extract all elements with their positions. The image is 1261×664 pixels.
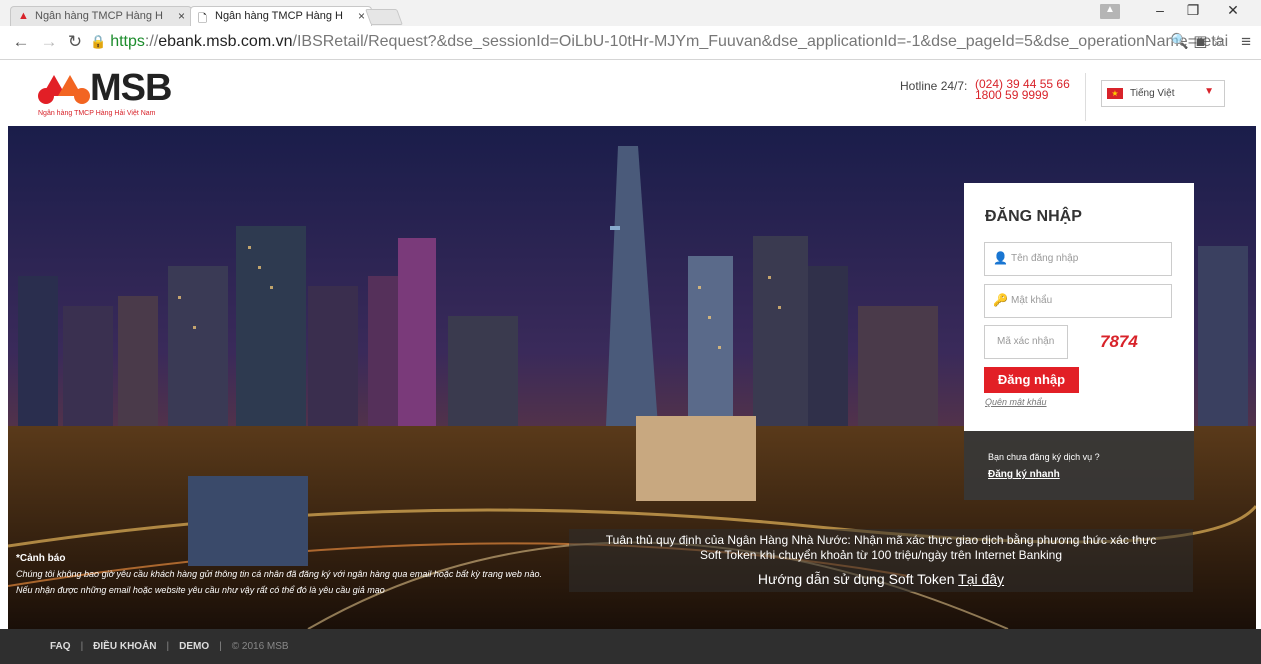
captcha-input[interactable]: Mã xác nhận [984, 325, 1068, 359]
msb-logo-mark-icon [38, 75, 90, 104]
header-divider [1085, 73, 1086, 121]
soft-token-notice: Tuân thủ quy định của Ngân Hàng Nhà Nước… [569, 529, 1193, 592]
guide-text: Hướng dẫn sử dụng Soft Token [757, 571, 955, 587]
notice-line-2: Soft Token khi chuyển khoản từ 100 triệu… [699, 548, 1063, 562]
register-card: Bạn chưa đăng ký dịch vụ ? Đăng ký nhanh [964, 431, 1194, 500]
warning-text: Chúng tôi không bao giờ yêu cầu khách hà… [16, 569, 542, 595]
footer-demo-link[interactable]: DEMO [179, 641, 209, 652]
forward-icon[interactable]: → [38, 32, 60, 52]
notice-line-1: Tuân thủ quy định của Ngân Hàng Nhà Nước… [605, 533, 1157, 547]
address-bar[interactable]: 🔒 https://ebank.msb.com.vn/IBSRetail/Requ… [90, 30, 1228, 56]
star-icon[interactable]: ☆ [1212, 33, 1225, 50]
site-header: MSB Ngân hàng TMCP Hàng Hải Việt Nam Hot… [0, 61, 1261, 125]
language-select[interactable]: ★ Tiếng Việt ▼ [1101, 80, 1225, 107]
password-placeholder: Mật khẩu [1011, 295, 1053, 306]
login-button[interactable]: Đăng nhập [984, 367, 1079, 393]
notice-guide: Hướng dẫn sử dụng Soft Token Tại đây [569, 571, 1193, 587]
caret-down-icon: ▼ [1204, 86, 1214, 97]
login-title: ĐĂNG NHẬP [985, 208, 1082, 225]
page-icon: 🗋 [198, 13, 207, 25]
tab-title: Ngân hàng TMCP Hàng H [215, 10, 343, 22]
profile-icon[interactable]: ▲ [1100, 4, 1120, 19]
reload-icon[interactable]: ↻ [64, 32, 86, 52]
captcha-code: 7874 [1100, 332, 1138, 351]
username-input[interactable]: 👤 Tên đăng nhập [984, 242, 1172, 276]
close-window-icon[interactable]: ✕ [1218, 2, 1248, 19]
password-input[interactable]: 🔑 Mật khẩu [984, 284, 1172, 318]
hotline-label: Hotline 24/7: [900, 79, 968, 93]
key-icon: 🔑 [993, 293, 1008, 307]
hotline-number-2[interactable]: 1800 59 9999 [975, 89, 1070, 101]
logo-text: MSB [90, 67, 172, 109]
forgot-password-link[interactable]: Quên mật khẩu [985, 397, 1047, 407]
register-question: Bạn chưa đăng ký dịch vụ ? [988, 452, 1100, 462]
close-icon[interactable]: × [358, 9, 365, 23]
footer-terms-link[interactable]: ĐIỀU KHOẢN [93, 641, 156, 652]
close-icon[interactable]: × [178, 9, 185, 23]
omnibox-icons: 🔍 ▣ ☆ [1170, 32, 1225, 50]
browser-tabbar: ▲ Ngân hàng TMCP Hàng H × 🗋 Ngân hàng TM… [0, 0, 1261, 26]
browser-toolbar: ← → ↻ 🔒 https://ebank.msb.com.vn/IBSRetai… [0, 26, 1261, 60]
hotline-numbers: (024) 39 44 55 66 1800 59 9999 [975, 78, 1070, 101]
footer-links: FAQ | ĐIỀU KHOẢN | DEMO | © 2016 MSB [50, 641, 289, 652]
login-card: ĐĂNG NHẬP 👤 Tên đăng nhập 🔑 Mật khẩu Mã … [964, 183, 1194, 431]
logo-subtitle: Ngân hàng TMCP Hàng Hải Việt Nam [38, 110, 156, 117]
user-icon: 👤 [993, 251, 1008, 265]
minimize-icon[interactable]: – [1145, 2, 1175, 18]
back-icon[interactable]: ← [10, 32, 32, 52]
guide-link[interactable]: Tại đây [958, 571, 1004, 587]
security-warning: *Cảnh báo Chúng tôi không bao giờ yêu cầ… [16, 553, 546, 598]
tab-title: Ngân hàng TMCP Hàng H [35, 10, 163, 22]
url-path: /IBSRetail/Request?&dse_sessionId=OiLbU-… [292, 33, 1229, 50]
language-label: Tiếng Việt [1130, 88, 1175, 99]
new-tab-button[interactable] [365, 9, 403, 25]
pocket-icon[interactable]: ▣ [1193, 33, 1207, 50]
captcha-placeholder: Mã xác nhận [997, 336, 1055, 347]
username-placeholder: Tên đăng nhập [1011, 253, 1079, 264]
msb-favicon-icon: ▲ [18, 10, 29, 22]
restore-icon[interactable]: ❐ [1178, 2, 1208, 19]
zoom-icon[interactable]: 🔍 [1170, 33, 1189, 50]
site-footer: FAQ | ĐIỀU KHOẢN | DEMO | © 2016 MSB [0, 629, 1261, 664]
footer-copyright: © 2016 MSB [231, 641, 289, 652]
warning-title: *Cảnh báo [16, 553, 66, 564]
register-link[interactable]: Đăng ký nhanh [988, 469, 1060, 480]
browser-tab-2[interactable]: 🗋 Ngân hàng TMCP Hàng H × [190, 6, 372, 26]
lock-icon: 🔒 [90, 34, 107, 49]
url-scheme: https [110, 33, 145, 50]
url-host: ebank.msb.com.vn [158, 33, 293, 50]
vietnam-flag-icon: ★ [1107, 88, 1123, 99]
browser-tab-1[interactable]: ▲ Ngân hàng TMCP Hàng H × [10, 6, 192, 26]
msb-logo[interactable]: MSB Ngân hàng TMCP Hàng Hải Việt Nam [38, 67, 198, 122]
footer-faq-link[interactable]: FAQ [50, 641, 71, 652]
menu-icon[interactable]: ≡ [1241, 32, 1251, 52]
